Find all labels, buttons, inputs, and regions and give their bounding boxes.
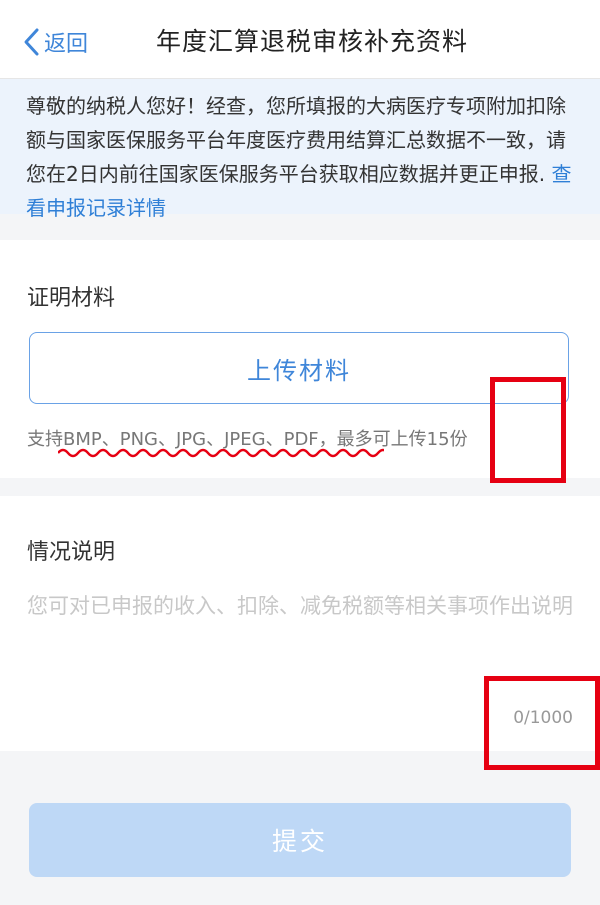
notice-text: 尊敬的纳税人您好！经查，您所填报的大病医疗专项附加扣除额与国家医保服务平台年度医… xyxy=(26,94,566,186)
page-title: 年度汇算退税审核补充资料 xyxy=(155,27,468,56)
red-highlight-box xyxy=(490,377,566,483)
upload-button[interactable]: 上传材料 xyxy=(29,332,569,404)
description-title: 情况说明 xyxy=(27,540,116,565)
red-highlight-box xyxy=(484,676,600,770)
wavy-underline-annotation xyxy=(58,448,384,458)
notice-banner: 尊敬的纳税人您好！经查，您所填报的大病医疗专项附加扣除额与国家医保服务平台年度医… xyxy=(0,79,600,220)
materials-title: 证明材料 xyxy=(27,286,116,311)
nav-bar: 返回 年度汇算退税审核补充资料 xyxy=(0,0,600,79)
submit-button[interactable]: 提交 xyxy=(29,803,571,877)
